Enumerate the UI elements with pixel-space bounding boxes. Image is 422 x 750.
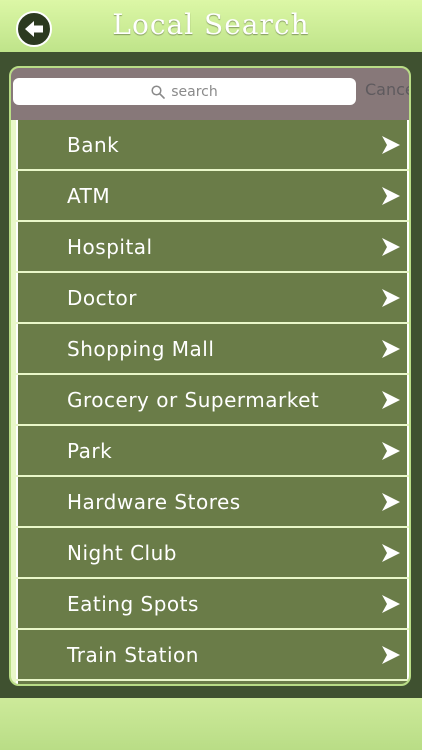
list-item-label: Shopping Mall bbox=[67, 336, 215, 361]
list-item-shopping-mall[interactable]: Shopping Mall bbox=[16, 324, 409, 373]
chevron-right-icon bbox=[382, 595, 400, 613]
list-item-bank[interactable]: Bank bbox=[16, 120, 409, 169]
search-placeholder: search bbox=[171, 83, 218, 100]
list-item-label: ATM bbox=[67, 183, 111, 208]
list-item-label: Train Station bbox=[67, 642, 199, 667]
chevron-right-icon bbox=[382, 238, 400, 256]
content-panel: search Cancel Bank ATM Hospital Doctor S… bbox=[9, 66, 411, 686]
list-item-label: Night Club bbox=[67, 540, 177, 565]
list-item-label: Eating Spots bbox=[67, 591, 199, 616]
list-item-label: Park bbox=[67, 438, 113, 463]
chevron-right-icon bbox=[382, 289, 400, 307]
chevron-right-icon bbox=[382, 391, 400, 409]
chevron-right-icon bbox=[382, 493, 400, 511]
chevron-right-icon bbox=[382, 544, 400, 562]
list-item-label: Hardware Stores bbox=[67, 489, 241, 514]
chevron-right-icon bbox=[382, 442, 400, 460]
chevron-right-icon bbox=[382, 340, 400, 358]
list-item-atm[interactable]: ATM bbox=[16, 171, 409, 220]
list-item-partial[interactable] bbox=[16, 681, 409, 684]
search-input[interactable]: search bbox=[13, 78, 356, 105]
list-item-label: Grocery or Supermarket bbox=[67, 387, 320, 412]
list-item-hardware-stores[interactable]: Hardware Stores bbox=[16, 477, 409, 526]
list-item-night-club[interactable]: Night Club bbox=[16, 528, 409, 577]
page-title: Local Search bbox=[112, 8, 310, 41]
list-item-label: Bank bbox=[67, 132, 120, 157]
search-bar: search Cancel bbox=[11, 68, 409, 120]
chevron-right-icon bbox=[382, 187, 400, 205]
list-item-label: Hospital bbox=[67, 234, 153, 259]
list-item-train-station[interactable]: Train Station bbox=[16, 630, 409, 679]
cancel-button[interactable]: Cancel bbox=[365, 80, 409, 99]
search-icon bbox=[151, 84, 166, 99]
list-item-eating-spots[interactable]: Eating Spots bbox=[16, 579, 409, 628]
list-item-doctor[interactable]: Doctor bbox=[16, 273, 409, 322]
list-item-grocery[interactable]: Grocery or Supermarket bbox=[16, 375, 409, 424]
list-item-hospital[interactable]: Hospital bbox=[16, 222, 409, 271]
list-item-park[interactable]: Park bbox=[16, 426, 409, 475]
footer-bar bbox=[0, 698, 422, 750]
category-list: Bank ATM Hospital Doctor Shopping Mall G… bbox=[16, 120, 409, 684]
chevron-right-icon bbox=[382, 646, 400, 664]
header-bar: Local Search bbox=[0, 0, 422, 52]
chevron-right-icon bbox=[382, 136, 400, 154]
list-item-label: Doctor bbox=[67, 285, 137, 310]
